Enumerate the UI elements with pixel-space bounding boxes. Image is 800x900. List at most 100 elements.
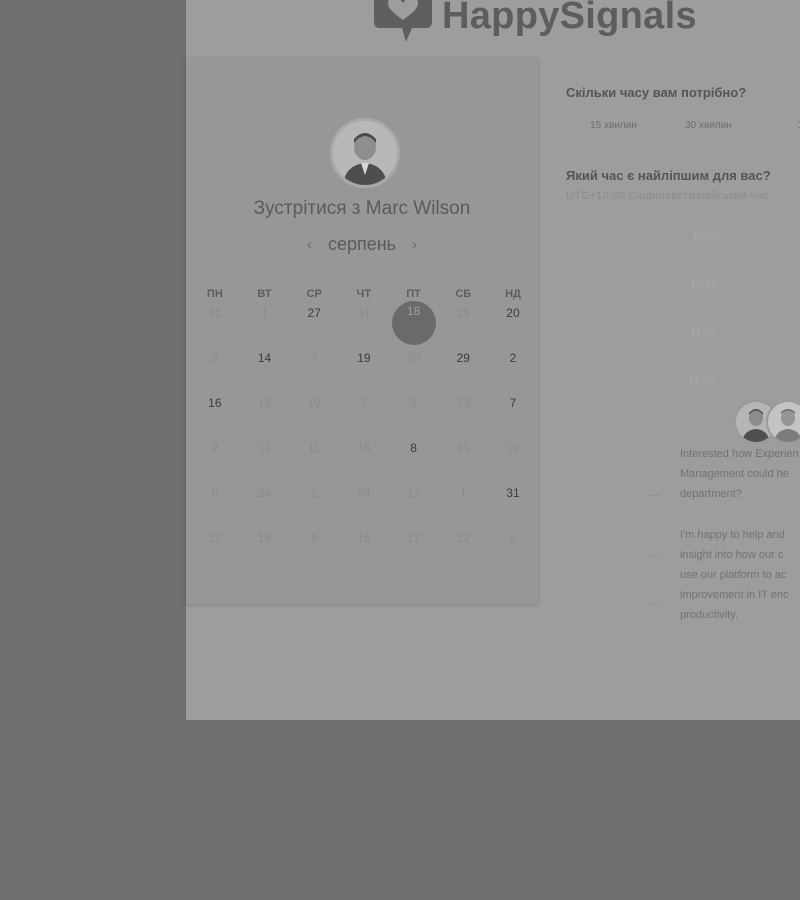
calendar-day: 16 — [339, 439, 389, 484]
calendar-day: 25 — [438, 304, 488, 349]
calendar-day-number: 25 — [456, 306, 470, 320]
divider-dash: — — [650, 490, 660, 501]
time-slot[interactable]: 10:00 — [692, 230, 720, 242]
calendar-day: 1 — [438, 484, 488, 529]
host-avatars — [734, 400, 800, 444]
weekday-label: ПН — [206, 288, 223, 300]
calendar-day[interactable]: 2 — [488, 349, 538, 394]
calendar-day: 21 — [438, 439, 488, 484]
calendar-day: 24 — [240, 484, 290, 529]
calendar-day: 5 — [190, 349, 240, 394]
calendar-day-number: 11 — [258, 441, 271, 455]
intro-line: Management could he — [680, 468, 789, 480]
calendar-day-number: 19 — [257, 396, 272, 410]
calendar-day-number: 5 — [211, 351, 219, 365]
calendar-day-number: 16 — [357, 531, 371, 545]
calendar-day-number: 7 — [509, 396, 517, 410]
calendar-day-number: 20 — [406, 351, 421, 365]
calendar-day: 22 — [438, 529, 488, 574]
calendar-day-number: 6 — [310, 531, 318, 545]
calendar-day: 11 — [289, 439, 339, 484]
calendar-week-row: 22 18 6 16 17 22 5 — [190, 529, 538, 574]
calendar-day-number: 11 — [307, 441, 321, 455]
calendar-day[interactable]: 8 — [389, 439, 439, 484]
calendar-day-number: 17 — [406, 531, 421, 545]
calendar-day-number: 29 — [456, 351, 470, 365]
calendar-day-number: 7 — [360, 396, 368, 410]
duration-option-60[interactable]: 1 г — [756, 120, 800, 131]
calendar-day[interactable]: 16 — [190, 394, 240, 439]
chevron-left-icon[interactable]: ‹ — [307, 236, 312, 253]
time-slot[interactable]: 10:30 — [690, 278, 718, 290]
calendar-week-row: 5 14 7 19 20 29 2 — [190, 349, 538, 394]
intro-line: I'm happy to help and — [680, 529, 785, 541]
calendar-day-number: 24 — [257, 486, 272, 500]
month-label: серпень — [327, 234, 397, 254]
calendar-day: 7 — [339, 394, 389, 439]
duration-options: 15 хвилин 30 хвилин 1 г — [566, 120, 800, 131]
calendar-day-number: 19 — [307, 396, 321, 410]
intro-line: department? — [680, 488, 742, 500]
calendar-day-number: 12 — [506, 441, 520, 455]
calendar-day-number: 7 — [310, 351, 318, 365]
calendar-day[interactable]: 31 — [488, 484, 538, 529]
calendar-day-number: 20 — [506, 306, 520, 320]
weekday-label: СР — [306, 288, 322, 300]
calendar-day[interactable]: 19 — [339, 349, 389, 394]
calendar-day: 17 — [389, 484, 439, 529]
calendar-day: 19 — [240, 394, 290, 439]
divider-dash: — — [650, 550, 660, 561]
calendar-day: 20 — [389, 349, 439, 394]
calendar-day-number: 31 — [208, 306, 222, 320]
calendar-day: 2 — [289, 484, 339, 529]
calendar-day-number: 16 — [357, 441, 371, 455]
calendar-day-number: 17 — [406, 486, 421, 500]
calendar-day-number: 18 — [257, 531, 272, 545]
calendar-day[interactable]: 14 — [240, 349, 290, 394]
weekday-label: НД — [505, 288, 521, 300]
calendar-day-number: 9 — [211, 441, 219, 455]
intro-line: Interested how Experien — [680, 448, 799, 460]
calendar-day: 1 — [240, 304, 290, 349]
calendar-day: 7 — [289, 349, 339, 394]
calendar-week-row: 8 24 2 24 17 1 31 — [190, 484, 538, 529]
calendar-day: 24 — [339, 484, 389, 529]
duration-option-15[interactable]: 15 хвилин — [566, 120, 661, 131]
calendar-day: 23 — [438, 394, 488, 439]
chevron-right-icon[interactable]: › — [412, 236, 417, 253]
timezone-label[interactable]: UTC+10:00 Східноавстралійський час — [566, 190, 769, 202]
calendar-day: 11 — [240, 439, 290, 484]
calendar-day: 19 — [289, 394, 339, 439]
time-question: Який час є найліпшим для вас? — [566, 168, 771, 183]
intro-line: use our platform to ac — [680, 569, 787, 581]
calendar-day-number: 3 — [410, 396, 417, 410]
calendar-week-row: 31 1 27 31 18 25 20 — [190, 301, 538, 349]
intro-line: insight into how our c — [680, 549, 784, 561]
weekday-label: ВТ — [257, 288, 272, 300]
calendar-day-number: 22 — [456, 531, 470, 545]
calendar-day-number: 16 — [208, 396, 222, 410]
calendar-day-number: 21 — [456, 441, 470, 455]
intro-line: productivity. — [680, 609, 738, 621]
calendar-day-number: 8 — [410, 441, 417, 455]
calendar-card: Зустрітися з Marc Wilson ‹ серпень › ПН … — [186, 58, 538, 604]
calendar-day-number: 5 — [509, 531, 517, 545]
calendar-day-number: 31 — [357, 306, 371, 320]
calendar-day-number: 2 — [310, 486, 318, 500]
calendar-day[interactable]: 20 — [488, 304, 538, 349]
person-icon — [333, 121, 397, 185]
calendar-day-selected[interactable]: 18 — [389, 301, 439, 349]
calendar-day: 6 — [289, 529, 339, 574]
calendar-day[interactable]: 29 — [438, 349, 488, 394]
meeting-title: Зустрітися з Marc Wilson — [253, 198, 471, 219]
calendar-day[interactable]: 27 — [289, 304, 339, 349]
duration-option-30[interactable]: 30 хвилин — [661, 120, 756, 131]
calendar-day-number: 24 — [357, 486, 371, 500]
heart-speech-bubble-icon — [374, 0, 432, 42]
calendar-day-number: 14 — [257, 351, 272, 365]
calendar-day[interactable]: 7 — [488, 394, 538, 439]
intro-line: improvement in IT enc — [680, 589, 789, 601]
calendar-day-number: 18 — [406, 304, 421, 318]
time-slot[interactable]: 11:30 — [688, 374, 715, 386]
time-slot[interactable]: 11:00 — [690, 326, 717, 338]
